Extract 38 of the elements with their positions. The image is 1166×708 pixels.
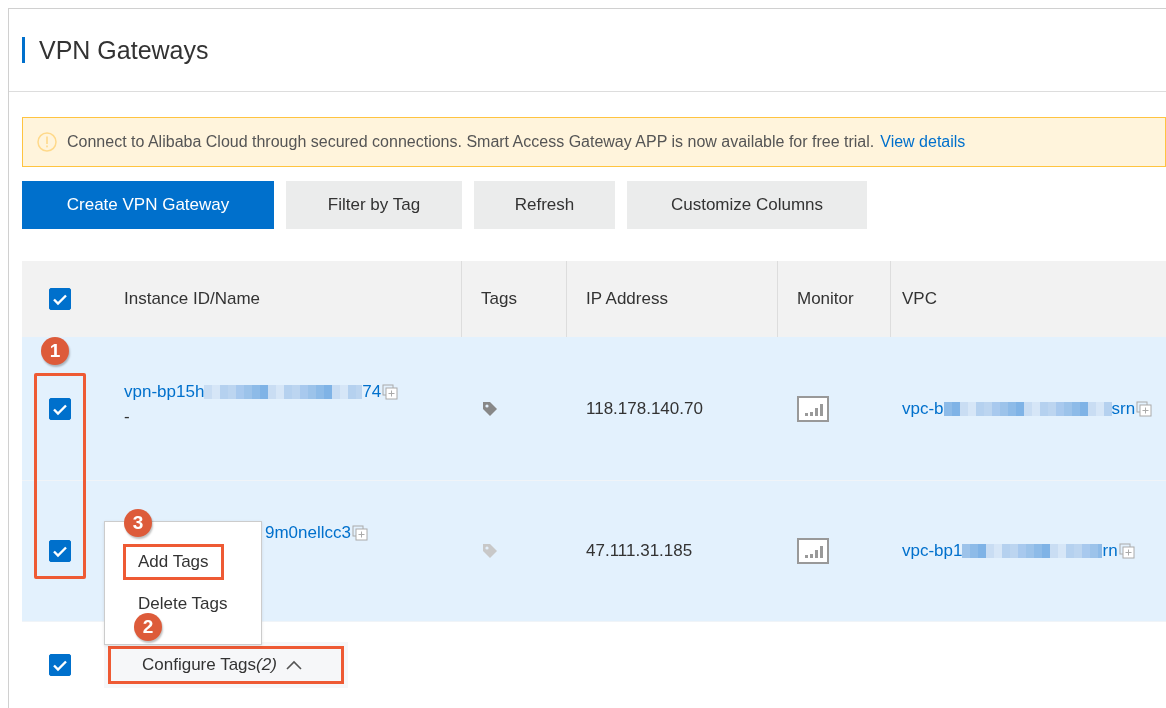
menu-item[interactable]: Add Tags bbox=[123, 544, 224, 580]
ip-address: 47.111.31.185 bbox=[586, 541, 693, 561]
create-button[interactable]: Create VPN Gateway bbox=[22, 181, 274, 229]
instance-id-link[interactable]: 9m0nellcc3 bbox=[265, 523, 351, 543]
info-icon bbox=[37, 132, 57, 152]
chart-icon[interactable] bbox=[797, 395, 829, 422]
configure-tags-button[interactable]: Configure Tags(2) bbox=[104, 642, 348, 688]
column-header: IP Address bbox=[586, 289, 668, 309]
copy-icon[interactable] bbox=[1136, 400, 1153, 417]
page-title: VPN Gateways bbox=[39, 35, 209, 65]
caret-icon bbox=[284, 659, 303, 671]
tag-icon[interactable] bbox=[481, 399, 499, 418]
toolbar-button[interactable]: Filter by Tag bbox=[286, 181, 462, 229]
vpc-id-link[interactable]: srn bbox=[1111, 398, 1136, 419]
tag-icon[interactable] bbox=[481, 542, 499, 560]
toolbar-button[interactable]: Refresh bbox=[474, 181, 615, 229]
vpc-id-link[interactable]: vpc-b bbox=[902, 398, 944, 419]
ip-address: 118.178.140.70 bbox=[586, 398, 703, 419]
column-header: Monitor bbox=[797, 289, 854, 309]
copy-icon[interactable] bbox=[382, 384, 399, 400]
chart-icon[interactable] bbox=[797, 538, 829, 564]
copy-icon[interactable] bbox=[352, 525, 368, 541]
column-header: VPC bbox=[902, 289, 937, 309]
column-header: Tags bbox=[481, 289, 517, 309]
view-details-link[interactable]: View details bbox=[880, 133, 966, 151]
checkbox[interactable] bbox=[49, 397, 71, 420]
vpc-id-link[interactable]: vpc-bp1 bbox=[902, 541, 963, 561]
vpc-id-link[interactable]: rn bbox=[1102, 541, 1118, 561]
column-header: Instance ID/Name bbox=[124, 289, 261, 309]
toolbar-button[interactable]: Customize Columns bbox=[627, 181, 867, 229]
notice-text: Connect to Alibaba Cloud through secured connections. Smart Access Gateway APP is now available for free trial. bbox=[67, 133, 875, 151]
checkbox[interactable] bbox=[49, 654, 71, 676]
checkbox[interactable] bbox=[49, 288, 71, 310]
copy-icon[interactable] bbox=[1118, 543, 1135, 559]
checkbox[interactable] bbox=[49, 540, 71, 562]
instance-name: - bbox=[124, 407, 130, 427]
instance-id-link[interactable]: 74 bbox=[362, 382, 382, 402]
instance-id-link[interactable]: vpn-bp15h bbox=[124, 382, 205, 402]
